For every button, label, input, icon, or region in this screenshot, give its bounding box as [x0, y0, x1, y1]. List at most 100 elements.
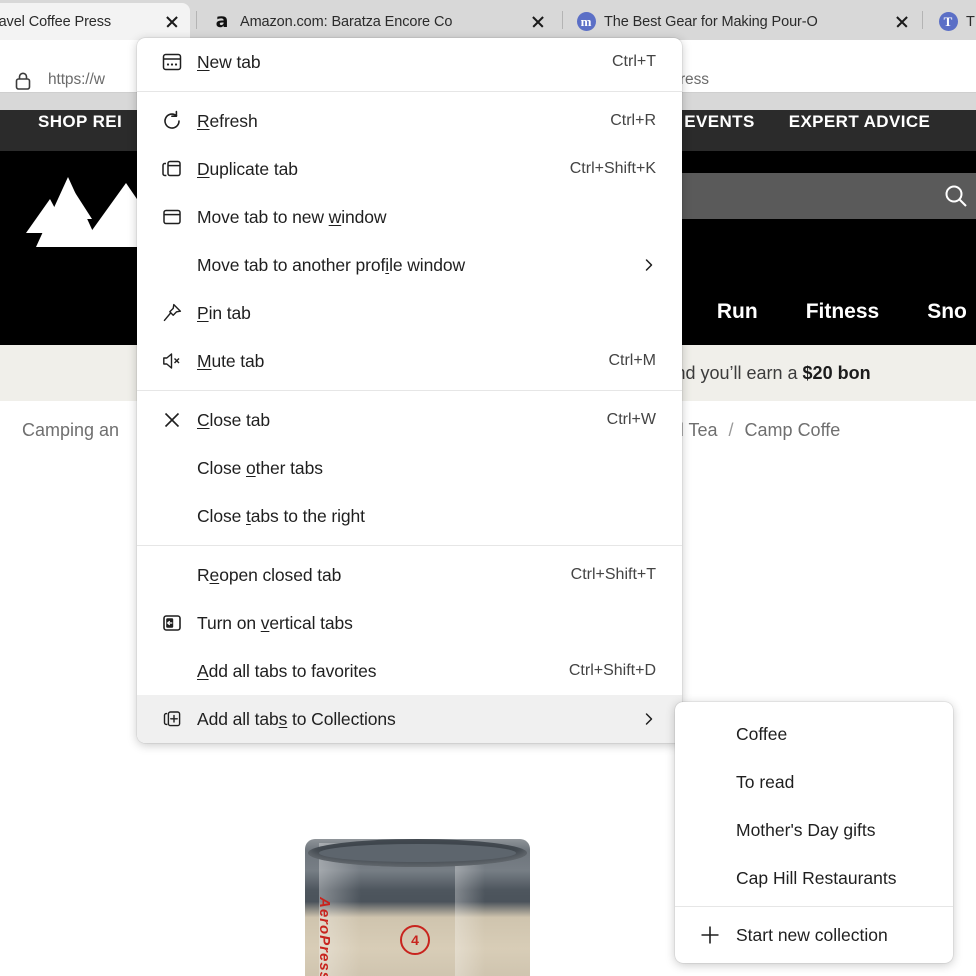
aeropress-inner-rim: [319, 844, 516, 862]
nytimes-icon: T: [938, 12, 958, 32]
menu-item-label: Move tab to another profile window: [197, 255, 465, 276]
address-text-suffix[interactable]: ress: [680, 71, 709, 89]
submenu-item-to-read[interactable]: To read: [675, 758, 953, 806]
menu-item-shortcut: Ctrl+W: [607, 411, 656, 429]
browser-tab[interactable]: a Amazon.com: Baratza Encore Co: [206, 3, 556, 40]
menu-item-shortcut: Ctrl+Shift+D: [569, 662, 656, 680]
duplicate-tab-icon: [157, 154, 187, 184]
tab-context-menu[interactable]: New tab Ctrl+T Refresh Ctrl+R Duplicate …: [137, 38, 682, 743]
submenu-item-label: Start new collection: [736, 925, 888, 946]
tab-title: o Travel Coffee Press: [0, 14, 158, 30]
submenu-item-cap-hill-restaurants[interactable]: Cap Hill Restaurants: [675, 854, 953, 902]
tab-strip: o Travel Coffee Press a Amazon.com: Bara…: [0, 0, 976, 40]
menu-item-close-other-tabs[interactable]: Close other tabs: [137, 444, 682, 492]
menu-item-shortcut: Ctrl+M: [608, 352, 656, 370]
browser-tab[interactable]: T T: [932, 3, 976, 40]
close-icon: [157, 405, 187, 435]
menu-separator: [137, 91, 682, 92]
menu-item-label: Refresh: [197, 111, 258, 132]
collections-submenu[interactable]: Coffee To read Mother's Day gifts Cap Hi…: [675, 702, 953, 963]
submenu-item-mothers-day-gifts[interactable]: Mother's Day gifts: [675, 806, 953, 854]
amazon-icon: a: [212, 12, 232, 32]
category-fitness[interactable]: Fitness: [782, 300, 904, 324]
submenu-separator: [675, 906, 953, 907]
new-tab-icon: [157, 47, 187, 77]
url-suffix: ress: [680, 71, 709, 88]
submenu-item-label: To read: [736, 772, 794, 793]
menu-item-turn-on-vertical-tabs[interactable]: Turn on vertical tabs: [137, 599, 682, 647]
close-icon[interactable]: [160, 10, 184, 34]
menu-item-new-tab[interactable]: New tab Ctrl+T: [137, 38, 682, 86]
tab-separator: [922, 11, 923, 29]
promo-bold-text: $20 bon: [803, 363, 871, 383]
tab-title: T: [966, 14, 976, 30]
menu-item-shortcut: Ctrl+Shift+T: [571, 566, 656, 584]
window-icon: [157, 202, 187, 232]
menu-item-label: Close tabs to the right: [197, 506, 365, 527]
mute-icon: [157, 346, 187, 376]
product-image-aeropress[interactable]: AeroPress 4 2 1: [305, 839, 530, 976]
tab-title: The Best Gear for Making Pour-O: [604, 14, 888, 30]
vertical-tabs-icon: [157, 608, 187, 638]
submenu-item-label: Coffee: [736, 724, 787, 745]
breadcrumb-item-camp-coffee[interactable]: Camp Coffe: [743, 420, 843, 441]
menu-item-label: Pin tab: [197, 303, 251, 324]
aeropress-highlight: [455, 865, 485, 976]
browser-tab-active[interactable]: o Travel Coffee Press: [0, 3, 190, 40]
chevron-right-icon: [642, 712, 656, 726]
menu-item-label: Close tab: [197, 410, 270, 431]
menu-separator: [137, 390, 682, 391]
breadcrumb-item-camping[interactable]: Camping an: [0, 420, 121, 441]
category-snow[interactable]: Sno: [903, 300, 976, 324]
tab-separator: [562, 11, 563, 29]
menu-item-label: Add all tabs to favorites: [197, 661, 376, 682]
menu-separator: [137, 545, 682, 546]
submenu-item-start-new-collection[interactable]: Start new collection: [675, 911, 953, 959]
pin-icon: [157, 298, 187, 328]
category-run[interactable]: Run: [693, 300, 782, 324]
nav-item-expert-advice[interactable]: EXPERT ADVICE: [772, 112, 948, 132]
menu-item-label: Reopen closed tab: [197, 565, 341, 586]
menu-item-label: Duplicate tab: [197, 159, 298, 180]
menu-item-close-tabs-to-the-right[interactable]: Close tabs to the right: [137, 492, 682, 540]
plus-icon: [695, 920, 725, 950]
wirecutter-icon: m: [576, 12, 596, 32]
menu-item-pin-tab[interactable]: Pin tab: [137, 289, 682, 337]
submenu-item-coffee[interactable]: Coffee: [675, 710, 953, 758]
aeropress-marker: 4: [400, 925, 430, 955]
lock-icon: [12, 70, 34, 92]
collections-icon: [157, 704, 187, 734]
menu-item-close-tab[interactable]: Close tab Ctrl+W: [137, 396, 682, 444]
close-icon[interactable]: [890, 10, 914, 34]
url-prefix: https://w: [48, 71, 105, 88]
menu-item-mute-tab[interactable]: Mute tab Ctrl+M: [137, 337, 682, 385]
menu-item-shortcut: Ctrl+T: [612, 53, 656, 71]
refresh-icon: [157, 106, 187, 136]
submenu-item-label: Mother's Day gifts: [736, 820, 876, 841]
nav-item-shop-rei[interactable]: SHOP REI: [0, 112, 139, 132]
menu-item-label: Close other tabs: [197, 458, 323, 479]
submenu-item-label: Cap Hill Restaurants: [736, 868, 896, 889]
chevron-right-icon: [642, 258, 656, 272]
menu-item-shortcut: Ctrl+R: [610, 112, 656, 130]
breadcrumb-separator: /: [720, 420, 743, 441]
menu-item-label: Turn on vertical tabs: [197, 613, 353, 634]
search-icon[interactable]: [930, 183, 976, 209]
address-text[interactable]: https://w: [48, 71, 105, 89]
menu-item-label: Move tab to new window: [197, 207, 386, 228]
menu-item-reopen-closed-tab[interactable]: Reopen closed tab Ctrl+Shift+T: [137, 551, 682, 599]
tab-title: Amazon.com: Baratza Encore Co: [240, 14, 524, 30]
tab-separator: [196, 11, 197, 29]
menu-item-label: New tab: [197, 52, 261, 73]
browser-tab[interactable]: m The Best Gear for Making Pour-O: [570, 3, 920, 40]
rei-logo[interactable]: [22, 169, 152, 261]
menu-item-duplicate-tab[interactable]: Duplicate tab Ctrl+Shift+K: [137, 145, 682, 193]
menu-item-add-all-tabs-to-collections[interactable]: Add all tabs to Collections: [137, 695, 682, 743]
menu-item-refresh[interactable]: Refresh Ctrl+R: [137, 97, 682, 145]
menu-item-label: Mute tab: [197, 351, 264, 372]
menu-item-move-tab-to-new-window[interactable]: Move tab to new window: [137, 193, 682, 241]
close-icon[interactable]: [526, 10, 550, 34]
menu-item-add-all-tabs-to-favorites[interactable]: Add all tabs to favorites Ctrl+Shift+D: [137, 647, 682, 695]
menu-item-move-tab-to-another-profile-window[interactable]: Move tab to another profile window: [137, 241, 682, 289]
aeropress-brand-label: AeroPress: [193, 897, 333, 919]
